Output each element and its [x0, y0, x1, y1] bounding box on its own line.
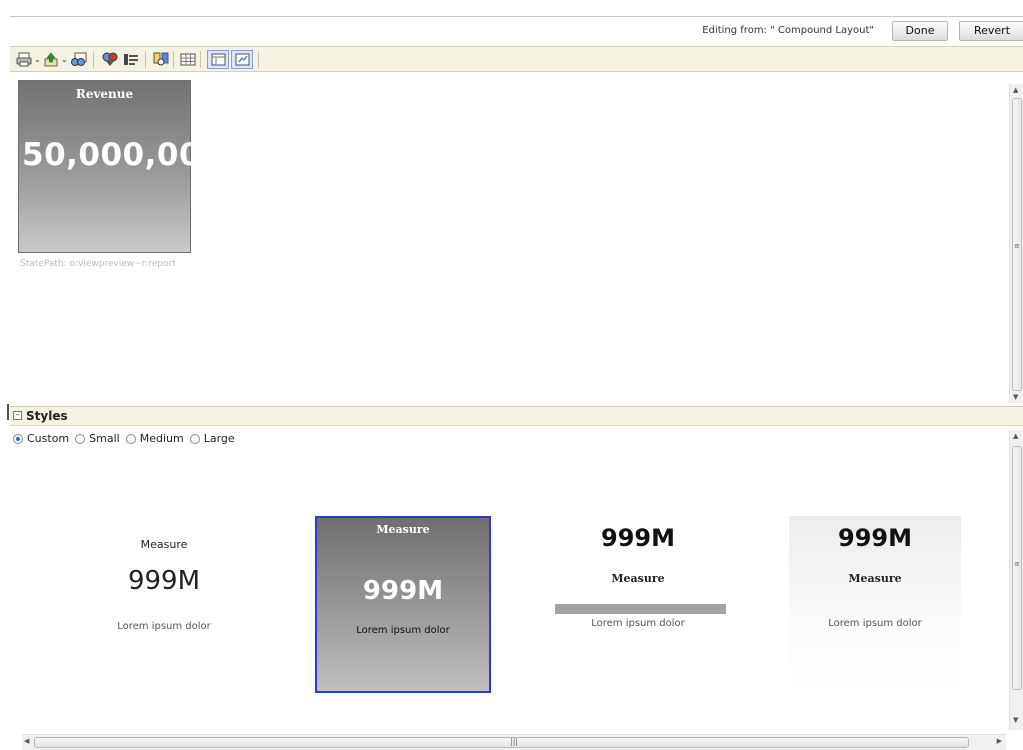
style-sample-gradient-selected[interactable]: Measure 999M Lorem ipsum dolor — [315, 516, 491, 693]
preview-pane: Revenue 50,000,000 StatePath: o:viewprev… — [10, 72, 1023, 403]
styles-section-title: Styles — [26, 409, 68, 423]
radio-label: Medium — [139, 432, 184, 445]
style-sample-light[interactable]: 999M Measure Lorem ipsum dolor — [789, 516, 961, 693]
radio-label: Small — [89, 432, 120, 445]
revert-button[interactable]: Revert — [959, 21, 1023, 41]
export-button[interactable]: ⌄ — [43, 51, 68, 68]
grip-icon: ≡ — [1014, 560, 1020, 568]
preview-icon — [71, 52, 87, 66]
radio-small[interactable]: Small — [75, 432, 120, 445]
radio-large[interactable]: Large — [189, 432, 235, 445]
scroll-up-icon[interactable]: ▲ — [1013, 432, 1018, 440]
scroll-down-icon[interactable]: ▼ — [1013, 393, 1018, 401]
sample-caption: Lorem ipsum dolor — [591, 618, 685, 629]
sample-measure-label: Measure — [848, 572, 902, 585]
prompt-button[interactable] — [123, 51, 139, 68]
preview-vertical-scrollbar[interactable]: ▲ ≡ ▼ — [1009, 84, 1023, 403]
style-sample-bar[interactable]: 999M Measure Lorem ipsum dolor — [550, 516, 726, 693]
editing-source-label: Editing from: " Compound Layout" — [702, 25, 874, 36]
compound-view-icon — [235, 53, 249, 66]
styles-section-header[interactable]: – Styles — [10, 406, 1023, 426]
scroll-thumb[interactable] — [1012, 446, 1022, 690]
radio-unselected-icon[interactable] — [125, 433, 136, 444]
compound-view-button[interactable] — [231, 50, 253, 69]
print-button[interactable]: ⌄ — [16, 51, 41, 68]
sample-value: 999M — [362, 576, 444, 606]
styles-vertical-scrollbar[interactable]: ▲ ≡ ▼ — [1009, 430, 1023, 730]
state-path-label: StatePath: o:viewpreview~r:report — [20, 259, 176, 269]
scroll-right-icon[interactable]: ▶ — [997, 737, 1002, 745]
scroll-left-icon[interactable]: ◀ — [24, 737, 29, 745]
sample-value: 999M — [127, 566, 201, 596]
prompt-icon — [124, 54, 138, 65]
layout-view-icon — [211, 53, 225, 66]
scroll-thumb[interactable] — [34, 737, 969, 748]
editing-bar: Editing from: " Compound Layout" Done Re… — [10, 16, 1023, 47]
sample-progress-bar — [555, 604, 726, 614]
radio-unselected-icon[interactable] — [189, 433, 200, 444]
sample-caption: Lorem ipsum dolor — [117, 621, 211, 632]
sample-caption: Lorem ipsum dolor — [828, 618, 922, 629]
print-icon — [16, 52, 32, 67]
filters-icon — [102, 52, 118, 66]
sample-progress-fill — [555, 604, 726, 614]
sample-value: 999M — [838, 524, 912, 552]
sample-value: 999M — [601, 524, 675, 552]
table-view-icon — [180, 53, 196, 66]
table-view-button[interactable] — [180, 51, 196, 68]
radio-selected-icon[interactable] — [13, 433, 23, 444]
styles-horizontal-scrollbar[interactable]: ◀ ||| ▶ — [22, 734, 1006, 750]
grip-icon: ||| — [510, 737, 519, 746]
export-icon — [44, 52, 58, 67]
find-button[interactable] — [153, 51, 169, 68]
view-toolbar: ⌄ ⌄ — [10, 46, 1023, 72]
revenue-performance-tile[interactable]: Revenue 50,000,000 — [18, 80, 223, 253]
filters-button[interactable] — [102, 51, 118, 68]
tile-value: 50,000,000 — [22, 137, 224, 173]
radio-medium[interactable]: Medium — [125, 432, 184, 445]
done-button[interactable]: Done — [892, 21, 948, 41]
collapse-icon[interactable]: – — [13, 411, 22, 420]
preview-button[interactable] — [70, 51, 88, 68]
scroll-up-icon[interactable]: ▲ — [1013, 86, 1018, 94]
radio-label: Large — [203, 432, 235, 445]
sample-measure-label: Measure — [611, 572, 665, 585]
radio-custom[interactable]: Custom — [13, 432, 69, 445]
sample-measure-label: Measure — [140, 538, 188, 551]
scroll-down-icon[interactable]: ▼ — [1013, 716, 1018, 724]
radio-label: Custom — [27, 432, 70, 445]
radio-unselected-icon[interactable] — [75, 433, 86, 444]
sample-caption: Lorem ipsum dolor — [356, 625, 450, 636]
style-sample-plain[interactable]: Measure 999M Lorem ipsum dolor — [76, 516, 252, 693]
grip-icon: ≡ — [1014, 242, 1020, 250]
layout-view-button[interactable] — [207, 50, 229, 69]
sample-measure-label: Measure — [376, 523, 430, 536]
find-icon — [153, 52, 169, 66]
tile-title: Revenue — [75, 87, 134, 101]
style-size-options: Custom Small Medium Large — [13, 432, 241, 445]
